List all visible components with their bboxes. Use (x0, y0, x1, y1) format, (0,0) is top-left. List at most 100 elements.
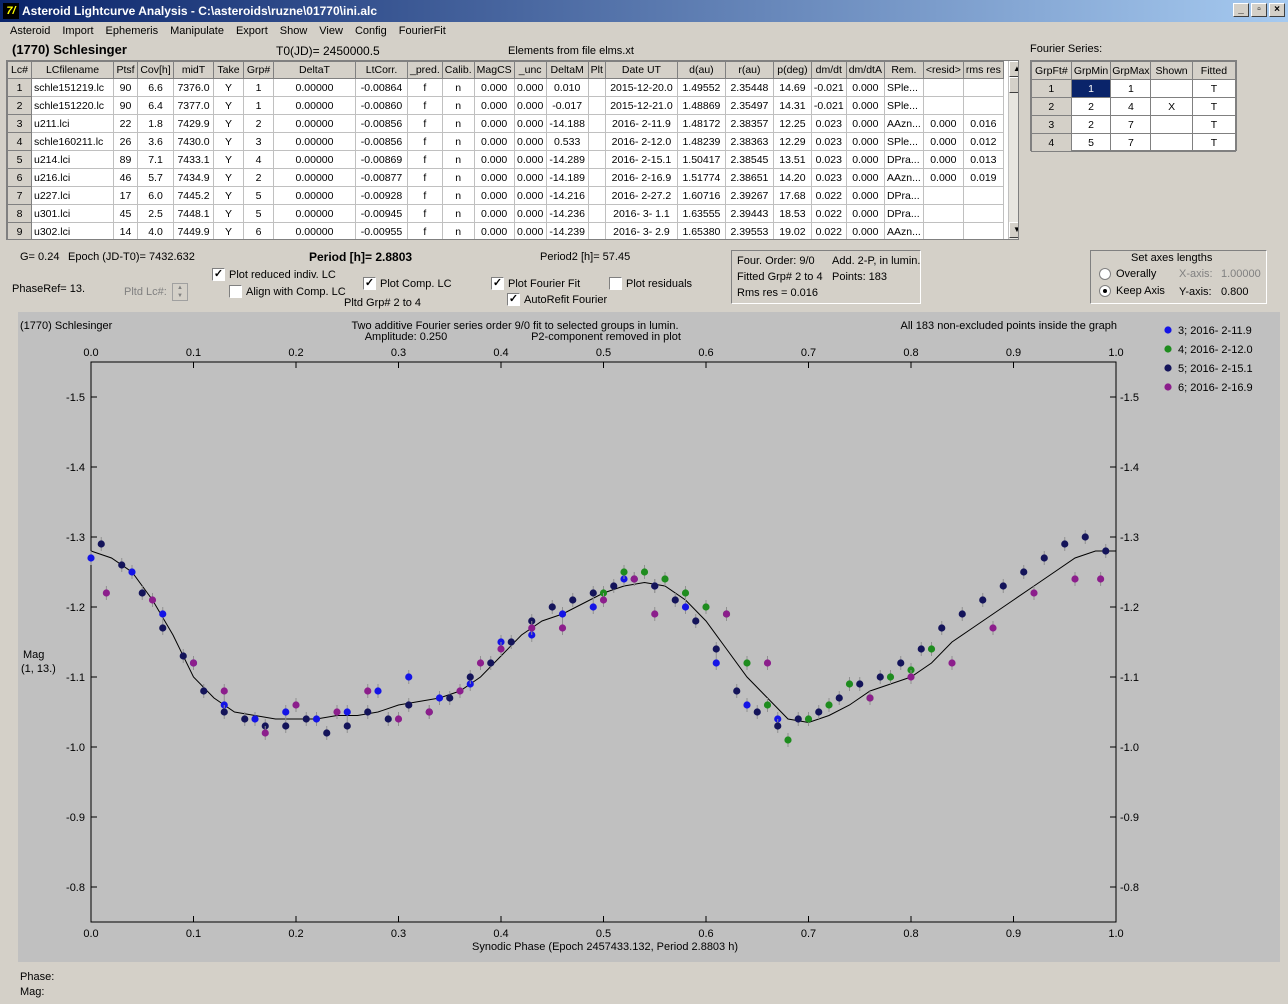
table-cell[interactable]: -0.00955 (355, 222, 408, 239)
table-row[interactable]: 5 u214.lci 89 7.1 7433.1 Y 4 0.00000 -0.00869 f n 0… (7, 150, 1004, 169)
column-header[interactable]: MagCS (473, 61, 515, 79)
table-cell[interactable]: 1 (1031, 79, 1072, 98)
table-cell[interactable]: X (1150, 97, 1193, 116)
column-header[interactable]: GrpMax (1110, 61, 1152, 80)
table-row[interactable]: 7 u227.lci 17 6.0 7445.2 Y 5 0.00000 -0.00928 f n 0… (7, 186, 1004, 205)
table-cell[interactable]: 0.00000 (273, 96, 356, 115)
table-cell[interactable]: 2016- 2-27.2 (604, 186, 678, 205)
table-cell[interactable]: 0.000 (845, 204, 885, 223)
column-header[interactable]: Grp# (243, 61, 274, 79)
table-cell[interactable]: 0.000 (473, 168, 515, 187)
table-cell[interactable]: 0.022 (810, 222, 847, 239)
table-cell[interactable]: 2016- 2-12.0 (604, 132, 678, 151)
table-cell[interactable]: 2.35448 (724, 78, 774, 97)
period-value[interactable]: Period [h]= 2.8803 (309, 250, 412, 264)
table-cell[interactable]: 4.0 (137, 222, 174, 239)
table-cell[interactable]: -0.021 (810, 78, 847, 97)
table-cell[interactable]: 0.023 (810, 114, 847, 133)
table-cell[interactable]: 5 (7, 150, 32, 169)
autorefit-checkbox[interactable]: ✓ AutoRefit Fourier (507, 293, 607, 306)
table-cell[interactable]: 0.000 (473, 78, 515, 97)
table-cell[interactable]: 18.53 (772, 204, 812, 223)
table-cell[interactable]: 2.38651 (724, 168, 774, 187)
table-cell[interactable]: 5 (243, 186, 274, 205)
table-cell[interactable] (587, 114, 606, 133)
table-cell[interactable]: f (407, 78, 443, 97)
table-cell[interactable]: Y (213, 150, 244, 169)
table-cell[interactable]: Y (213, 114, 244, 133)
table-row[interactable]: 8 u301.lci 45 2.5 7448.1 Y 5 0.00000 -0.00945 f n 0… (7, 204, 1004, 223)
table-cell[interactable]: 0.012 (962, 132, 1004, 151)
table-cell[interactable]: schle160211.lc (31, 132, 114, 151)
table-cell[interactable] (922, 96, 964, 115)
table-cell[interactable]: -0.00928 (355, 186, 408, 205)
table-cell[interactable]: 3 (243, 132, 274, 151)
table-cell[interactable]: 2.38357 (724, 114, 774, 133)
table-cell[interactable] (587, 204, 606, 223)
table-cell[interactable]: 7 (1110, 133, 1152, 152)
table-cell[interactable]: 0.00000 (273, 204, 356, 223)
table-cell[interactable]: 1.51774 (676, 168, 726, 187)
table-cell[interactable]: 2.39267 (724, 186, 774, 205)
table-cell[interactable]: 2.35497 (724, 96, 774, 115)
table-cell[interactable]: T (1191, 79, 1237, 98)
table-row[interactable]: 327 T (1031, 115, 1237, 134)
table-cell[interactable]: 5.7 (137, 168, 174, 187)
table-cell[interactable]: u227.lci (31, 186, 114, 205)
column-header[interactable]: _unc (513, 61, 547, 79)
table-cell[interactable]: 2016- 3- 2.9 (604, 222, 678, 239)
column-header[interactable]: Plt (587, 61, 606, 79)
table-cell[interactable]: n (441, 168, 475, 187)
table-row[interactable]: 9 u302.lci 14 4.0 7449.9 Y 6 0.00000 -0.00955 f n 0… (7, 222, 1004, 239)
table-cell[interactable]: 0.000 (845, 96, 885, 115)
table-cell[interactable]: 2016- 2-16.9 (604, 168, 678, 187)
table-cell[interactable]: Y (213, 222, 244, 239)
table-cell[interactable]: T (1191, 115, 1237, 134)
table-cell[interactable]: 2 (1070, 97, 1112, 116)
table-cell[interactable]: 0.00000 (273, 168, 356, 187)
y-axis-value[interactable]: 0.800 (1221, 286, 1249, 298)
column-header[interactable]: Ptsf (113, 61, 138, 79)
table-cell[interactable]: 1.48172 (676, 114, 726, 133)
table-cell[interactable] (922, 186, 964, 205)
table-cell[interactable]: 4 (243, 150, 274, 169)
table-cell[interactable]: n (441, 132, 475, 151)
table-row[interactable]: 2 schle151220.lc 90 6.4 7377.0 Y 1 0.00000 -0.00… (7, 96, 1004, 115)
table-cell[interactable]: 0.000 (513, 204, 547, 223)
table-cell[interactable]: n (441, 186, 475, 205)
table-cell[interactable]: DPra... (883, 150, 924, 169)
table-cell[interactable]: 90 (113, 96, 138, 115)
table-cell[interactable] (1150, 115, 1193, 134)
table-cell[interactable]: 0.019 (962, 168, 1004, 187)
table-cell[interactable]: 0.000 (473, 222, 515, 239)
table-cell[interactable]: 1.8 (137, 114, 174, 133)
plot-comp-checkbox[interactable]: ✓ Plot Comp. LC (363, 277, 452, 290)
table-cell[interactable]: 1.50417 (676, 150, 726, 169)
table-cell[interactable]: 0.000 (845, 150, 885, 169)
table-cell[interactable]: 1.60716 (676, 186, 726, 205)
table-cell[interactable]: 1 (7, 78, 32, 97)
column-header[interactable]: Date UT (604, 61, 678, 79)
table-cell[interactable]: 7434.9 (173, 168, 214, 187)
table-cell[interactable]: -14.216 (545, 186, 589, 205)
table-cell[interactable]: 4 (7, 132, 32, 151)
column-header[interactable]: Take (213, 61, 244, 79)
table-cell[interactable]: 0.023 (810, 132, 847, 151)
table-cell[interactable] (922, 222, 964, 239)
plot-residuals-checkbox[interactable]: Plot residuals (609, 277, 692, 290)
table-cell[interactable] (587, 132, 606, 151)
table-cell[interactable]: 2 (243, 114, 274, 133)
table-row[interactable]: 224XT (1031, 97, 1237, 116)
table-cell[interactable]: 2016- 2-11.9 (604, 114, 678, 133)
table-cell[interactable]: 5 (1070, 133, 1112, 152)
spin-down-icon[interactable]: ▼ (173, 292, 187, 300)
table-cell[interactable]: n (441, 222, 475, 239)
table-cell[interactable]: 45 (113, 204, 138, 223)
column-header[interactable]: <resid> (922, 61, 964, 79)
table-cell[interactable]: 0.000 (922, 150, 964, 169)
table-cell[interactable]: 7429.9 (173, 114, 214, 133)
table-cell[interactable]: 0.00000 (273, 186, 356, 205)
table-cell[interactable]: 2015-12-21.0 (604, 96, 678, 115)
table-cell[interactable]: DPra... (883, 204, 924, 223)
menu-asteroid[interactable]: Asteroid (4, 22, 56, 42)
